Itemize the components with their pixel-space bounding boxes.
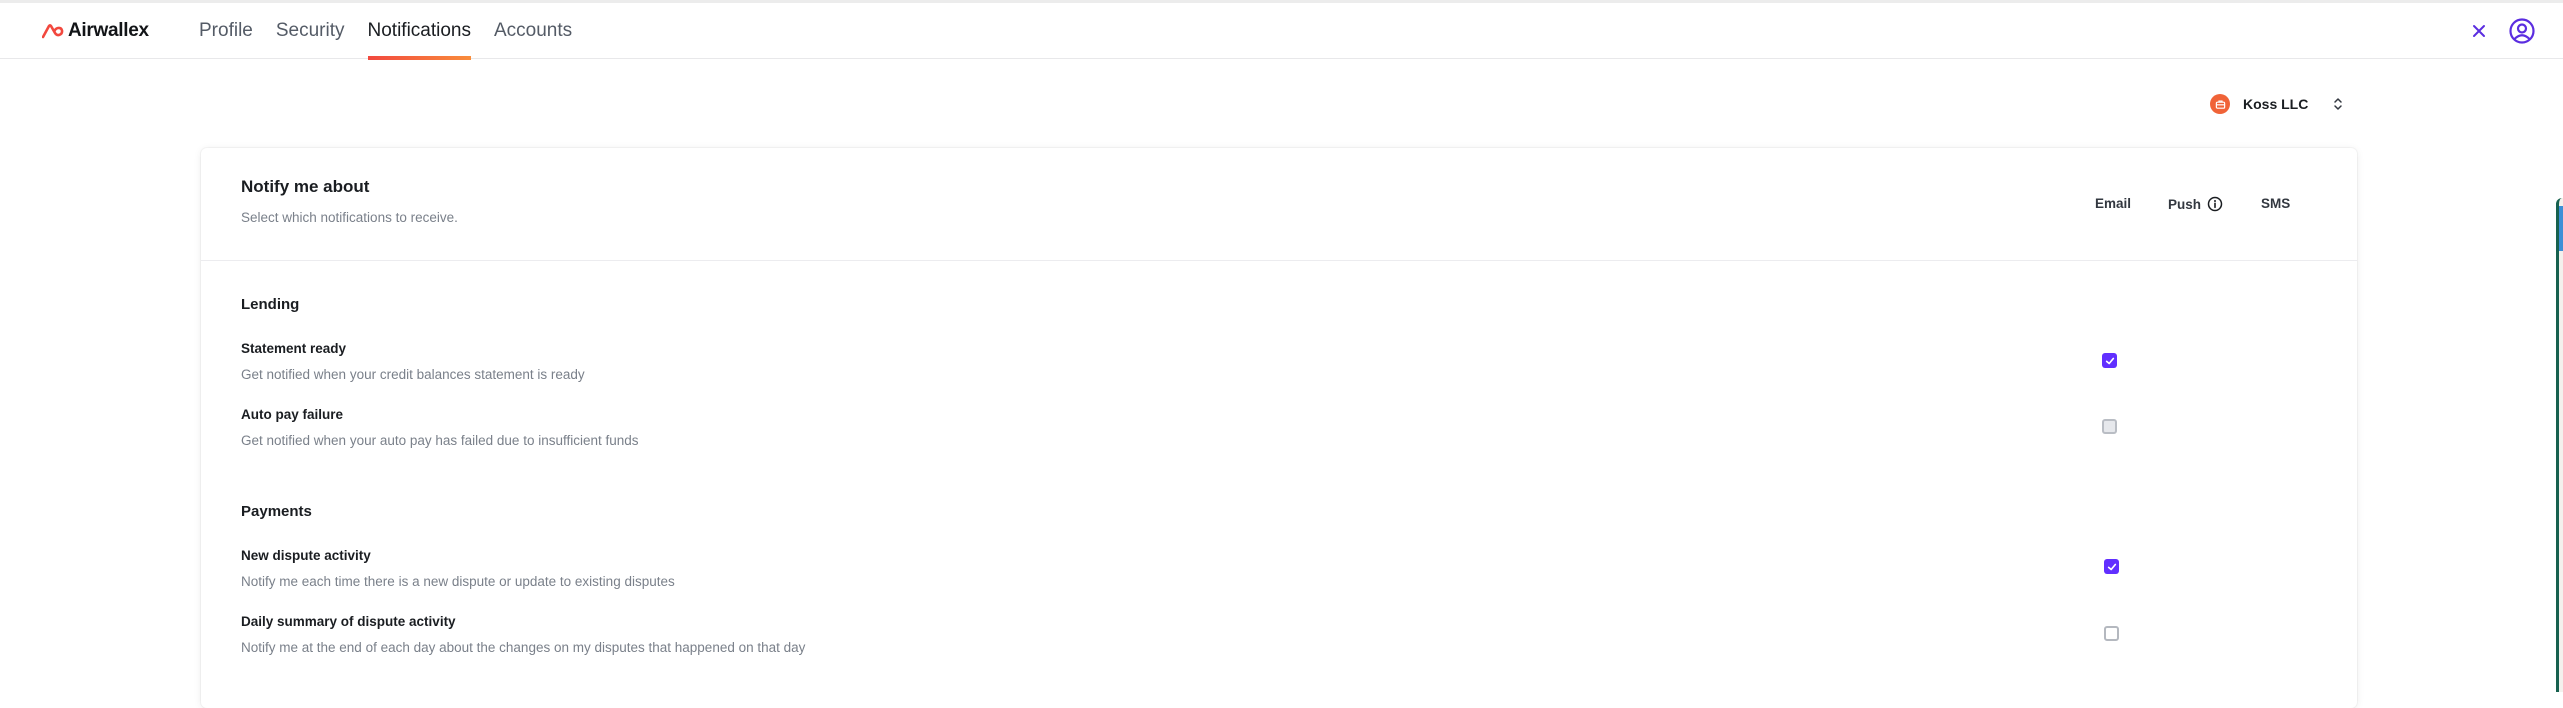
card-header: Notify me about Select which notificatio… [201,148,2357,261]
email-checkbox-statement-ready[interactable] [2102,353,2117,368]
briefcase-icon [2210,94,2230,114]
section-title-payments: Payments [241,503,312,520]
close-icon [2473,25,2485,37]
item-description: Get notified when your auto pay has fail… [241,433,639,448]
tab-accounts[interactable]: Accounts [494,3,572,59]
item-description: Get notified when your credit balances s… [241,367,585,382]
email-checkbox-auto-pay-failure[interactable] [2102,419,2117,434]
user-circle-icon [2509,18,2535,44]
item-title: New dispute activity [241,548,371,563]
column-sms-label: SMS [2261,196,2291,211]
side-panel-edge[interactable] [2556,198,2563,692]
item-title: Daily summary of dispute activity [241,614,456,629]
item-description: Notify me each time there is a new dispu… [241,574,675,589]
account-selector[interactable]: Koss LLC [2210,91,2343,117]
column-push-label: Push [2168,196,2202,212]
brand-name: Airwallex [68,20,149,41]
tab-security[interactable]: Security [276,3,345,59]
column-email: Email [2095,196,2131,211]
email-checkbox-new-dispute-activity[interactable] [2104,559,2119,574]
top-header: Airwallex Profile Security Notifications… [0,3,2563,60]
email-checkbox-daily-dispute-summary[interactable] [2104,626,2119,641]
chevron-up-down-icon [2334,98,2343,110]
card-title: Notify me about [241,177,370,196]
checkmark-icon [2105,357,2114,364]
user-profile-button[interactable] [2508,17,2536,45]
checkmark-icon [2107,563,2116,570]
tab-notifications[interactable]: Notifications [367,3,471,60]
column-push: Push [2168,196,2223,212]
item-description: Notify me at the end of each day about t… [241,640,806,655]
airwallex-logo[interactable]: Airwallex [42,20,149,42]
notification-settings-card: Notify me about Select which notificatio… [201,148,2357,708]
settings-nav: Profile Security Notifications Accounts [199,3,595,60]
account-name: Koss LLC [2243,96,2309,112]
column-email-label: Email [2095,196,2132,211]
card-subtitle: Select which notifications to receive. [241,210,458,225]
item-title: Auto pay failure [241,407,344,422]
close-button[interactable] [2468,20,2490,42]
column-sms: SMS [2261,196,2290,211]
section-title-lending: Lending [241,296,300,313]
tab-profile[interactable]: Profile [199,3,253,59]
side-panel-accent [2559,206,2563,251]
info-icon[interactable] [2207,196,2223,212]
airwallex-logo-icon [42,23,64,39]
item-title: Statement ready [241,341,347,356]
